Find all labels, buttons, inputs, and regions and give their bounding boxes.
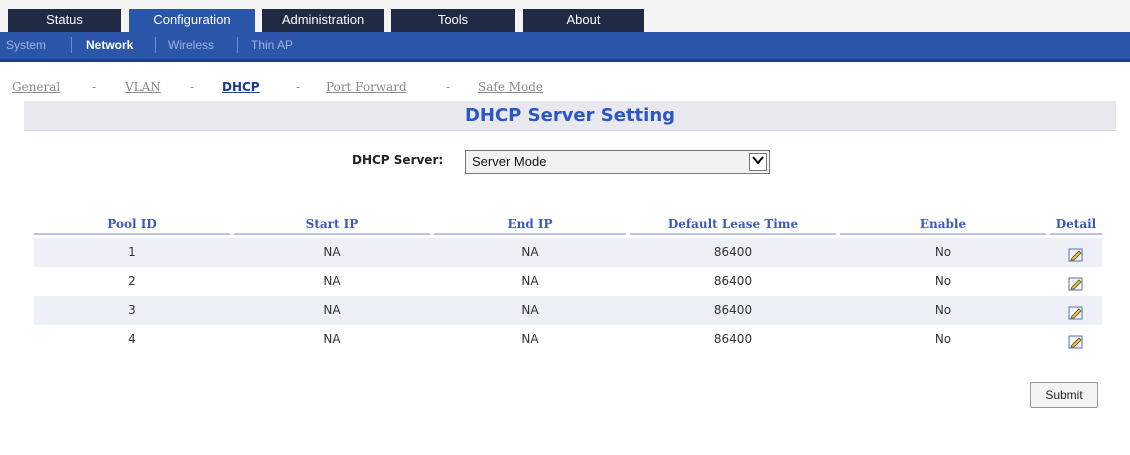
tab-configuration[interactable]: Configuration [129,9,255,32]
cell-detail [1050,325,1102,354]
header-end-ip: End IP [434,213,626,235]
cell-pool-id: 1 [128,245,136,259]
crumb-separator: - [296,80,301,94]
tab-status[interactable]: Status [8,9,121,32]
header-pool-id: Pool ID [34,213,230,235]
edit-icon[interactable] [1068,303,1084,319]
header-lease-time: Default Lease Time [630,213,836,235]
subnav-network[interactable]: Network [86,38,133,52]
crumb-port-forward[interactable]: Port Forward [326,80,407,94]
cell-start-ip: NA [323,274,341,288]
dhcp-server-select[interactable]: Server Mode [465,150,770,174]
crumb-separator: - [190,80,195,94]
subnav-wireless[interactable]: Wireless [168,38,214,52]
header-detail: Detail [1050,213,1102,235]
cell-start-ip: NA [323,332,341,346]
cell-end-ip: NA [521,332,539,346]
subnav-system[interactable]: System [6,38,46,52]
crumb-separator: - [446,80,451,94]
crumb-general[interactable]: General [12,80,60,94]
tab-about[interactable]: About [523,9,644,32]
subnav-divider [155,37,156,53]
cell-lease-time: 86400 [713,274,753,288]
submit-button[interactable]: Submit [1030,382,1098,408]
cell-detail [1050,296,1102,325]
subnav-thin-ap[interactable]: Thin AP [251,38,293,52]
cell-lease-time: 86400 [713,245,753,259]
cell-enable: No [934,303,952,317]
crumb-vlan[interactable]: VLAN [125,80,161,94]
table-row: 4 NA NA 86400 No [34,325,1102,354]
cell-enable: No [934,245,952,259]
header-enable: Enable [840,213,1046,235]
cell-detail [1050,267,1102,296]
cell-end-ip: NA [521,303,539,317]
tab-tools[interactable]: Tools [391,9,515,32]
cell-enable: No [934,332,952,346]
table-header: Pool ID Start IP End IP Default Lease Ti… [34,213,1102,235]
dhcp-server-label: DHCP Server: [352,153,444,167]
table-row: 1 NA NA 86400 No [34,238,1102,267]
tab-administration[interactable]: Administration [262,9,384,32]
cell-enable: No [934,274,952,288]
cell-end-ip: NA [521,245,539,259]
crumb-separator: - [92,80,97,94]
cell-end-ip: NA [521,274,539,288]
subnav-divider [237,37,238,53]
subnav-divider [71,37,72,53]
table-row: 2 NA NA 86400 No [34,267,1102,296]
crumb-safe-mode[interactable]: Safe Mode [478,80,543,94]
crumb-dhcp[interactable]: DHCP [222,80,260,94]
cell-lease-time: 86400 [713,303,753,317]
dhcp-server-value: Server Mode [472,154,547,169]
cell-pool-id: 2 [128,274,136,288]
cell-start-ip: NA [323,303,341,317]
cell-lease-time: 86400 [713,332,753,346]
page-title: DHCP Server Setting [24,101,1116,131]
sub-nav: System Network Wireless Thin AP [0,32,1130,62]
top-tab-bar: Status Configuration Administration Tool… [0,0,1130,32]
edit-icon[interactable] [1068,274,1084,290]
table-row: 3 NA NA 86400 No [34,296,1102,325]
cell-detail [1050,238,1102,267]
cell-start-ip: NA [323,245,341,259]
chevron-down-icon[interactable] [749,153,767,171]
edit-icon[interactable] [1068,332,1084,348]
edit-icon[interactable] [1068,245,1084,261]
header-start-ip: Start IP [234,213,430,235]
cell-pool-id: 4 [128,332,136,346]
cell-pool-id: 3 [128,303,136,317]
